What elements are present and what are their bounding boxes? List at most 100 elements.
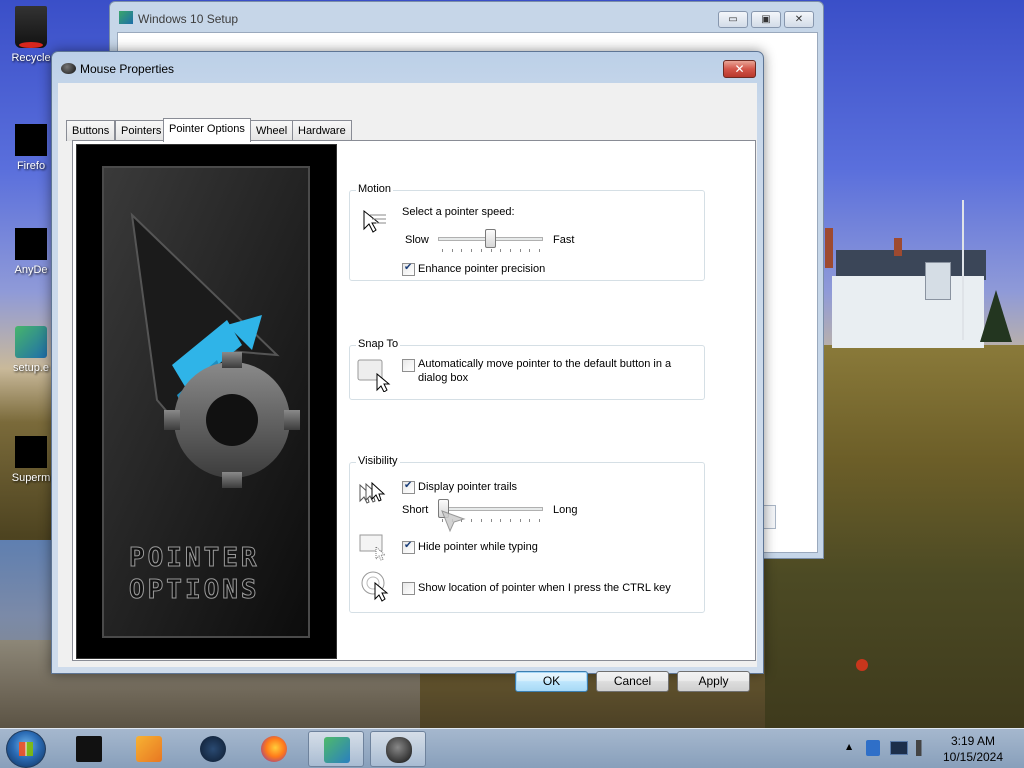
- desktop-icon-label: AnyDe: [14, 264, 48, 276]
- volume-icon[interactable]: [916, 740, 930, 756]
- system-clock[interactable]: 3:19 AM 10/15/2024: [936, 733, 1010, 765]
- slider-tick: [471, 249, 473, 252]
- firefox-icon: [15, 124, 47, 156]
- enhance-precision-label: Enhance pointer precision: [418, 263, 546, 275]
- slider-tick: [480, 249, 482, 252]
- tab-pointer-options[interactable]: Pointer Options: [163, 118, 251, 142]
- taskbar-item-firefox[interactable]: [246, 731, 302, 767]
- clock-time: 3:19 AM: [950, 734, 996, 748]
- mouse-icon: [61, 63, 76, 74]
- snap-to-icon: [357, 359, 391, 392]
- setup-icon: [324, 737, 350, 763]
- snap-to-group: Snap To Automatically move pointer to th…: [349, 338, 705, 400]
- desktop-berry: [856, 659, 868, 671]
- desktop-icon-label: Firefo: [16, 160, 46, 172]
- slider-tick: [461, 249, 463, 252]
- slider-tick: [500, 249, 502, 252]
- start-button[interactable]: [6, 730, 46, 768]
- pointer-speed-label: Select a pointer speed:: [402, 206, 515, 218]
- pointer-speed-slider[interactable]: [485, 229, 496, 248]
- setup-icon: [15, 326, 47, 358]
- pointer-options-panel: POINTER OPTIONS Motion Select a pointer …: [72, 140, 756, 661]
- ctrl-location-label: Show location of pointer when I press th…: [418, 582, 671, 594]
- dialog-close-button[interactable]: ✕: [723, 60, 756, 78]
- slider-tick: [529, 519, 531, 522]
- cancel-button[interactable]: Cancel: [596, 671, 669, 692]
- clock-date: 10/15/2024: [942, 750, 1004, 764]
- slider-tick: [480, 519, 482, 522]
- taskbar-item-mouse-properties[interactable]: [370, 731, 426, 767]
- bluetooth-icon[interactable]: [866, 740, 880, 756]
- snap-to-group-title: Snap To: [356, 338, 401, 350]
- slider-tick: [442, 249, 443, 252]
- apply-button[interactable]: Apply: [677, 671, 750, 692]
- hide-pointer-checkbox[interactable]: [402, 540, 415, 554]
- terminal-icon: [76, 736, 102, 762]
- anydesk-icon: [15, 228, 47, 260]
- hide-pointer-icon: [359, 534, 387, 561]
- dialog-title: Mouse Properties: [80, 62, 175, 76]
- taskbar-item-steam[interactable]: [185, 731, 241, 767]
- slow-label: Slow: [405, 234, 429, 246]
- taskbar-item-media-player[interactable]: [121, 731, 177, 767]
- enhance-precision-checkbox[interactable]: [402, 262, 415, 276]
- taskbar-item-setup[interactable]: [308, 731, 364, 767]
- mouse-icon: [386, 737, 412, 763]
- short-label: Short: [402, 504, 429, 516]
- supermium-icon: [15, 436, 47, 468]
- art-text-line2: OPTIONS: [129, 575, 260, 606]
- pointer-trails-label: Display pointer trails: [418, 481, 518, 493]
- slider-tick: [490, 519, 492, 522]
- media-player-icon: [136, 736, 162, 762]
- window-title: Windows 10 Setup: [138, 12, 239, 26]
- tab-hardware[interactable]: Hardware: [292, 120, 352, 141]
- pointer-options-artwork: POINTER OPTIONS: [76, 144, 337, 659]
- long-label: Long: [553, 504, 578, 516]
- slider-tick: [451, 249, 453, 252]
- setup-window-icon: [119, 11, 133, 24]
- trail-cursor-icon: [441, 510, 466, 533]
- ok-button[interactable]: OK: [515, 671, 588, 692]
- tab-wheel[interactable]: Wheel: [250, 120, 294, 141]
- maximize-button[interactable]: ▣: [751, 11, 781, 28]
- ctrl-location-checkbox[interactable]: [402, 582, 415, 595]
- pointer-trails-checkbox[interactable]: [402, 480, 415, 494]
- visibility-group: Visibility Display pointer trails Short …: [349, 455, 705, 613]
- motion-group-title: Motion: [356, 183, 394, 195]
- art-text-line1: POINTER: [129, 543, 260, 574]
- desktop-house-dormer: [925, 262, 951, 300]
- steam-icon: [200, 736, 226, 762]
- slider-tick: [509, 249, 511, 252]
- slider-tick: [500, 519, 502, 522]
- slider-tick: [529, 249, 531, 252]
- slider-tick: [519, 249, 521, 252]
- mouse-properties-dialog[interactable]: Mouse Properties ✕ Buttons Pointers Poin…: [51, 51, 764, 692]
- dialog-body: Buttons Pointers Pointer Options Wheel H…: [58, 83, 757, 692]
- desktop-chimney: [825, 228, 833, 268]
- tab-pointers[interactable]: Pointers: [115, 120, 168, 141]
- slider-tick: [519, 519, 521, 522]
- tab-buttons[interactable]: Buttons: [66, 120, 116, 141]
- slider-tick: [509, 519, 511, 522]
- desktop-chimney: [894, 238, 902, 256]
- slider-tick: [539, 249, 540, 252]
- hide-pointer-label: Hide pointer while typing: [418, 541, 538, 553]
- snap-to-checkbox[interactable]: [402, 359, 415, 372]
- slider-tick: [539, 519, 540, 522]
- desktop-icon-label: Superm: [11, 472, 51, 484]
- taskbar-item-terminal[interactable]: [61, 731, 117, 767]
- recycle-bin-icon: [15, 6, 47, 48]
- network-icon[interactable]: [890, 741, 908, 755]
- show-hidden-icons-button[interactable]: ▲: [846, 742, 852, 768]
- slider-tick: [490, 249, 492, 252]
- snap-to-label-line1: Automatically move pointer to the defaul…: [418, 358, 672, 370]
- taskbar: ▲ 3:19 AM 10/15/2024: [0, 728, 1024, 768]
- visibility-group-title: Visibility: [356, 455, 400, 467]
- desktop-icon-label: setup.e: [12, 362, 50, 374]
- slider-tick: [471, 519, 473, 522]
- close-button[interactable]: ✕: [784, 11, 814, 28]
- minimize-button[interactable]: ▭: [718, 11, 748, 28]
- fast-label: Fast: [553, 234, 575, 246]
- ctrl-location-icon: [361, 571, 389, 602]
- pointer-trails-icon: [359, 481, 386, 504]
